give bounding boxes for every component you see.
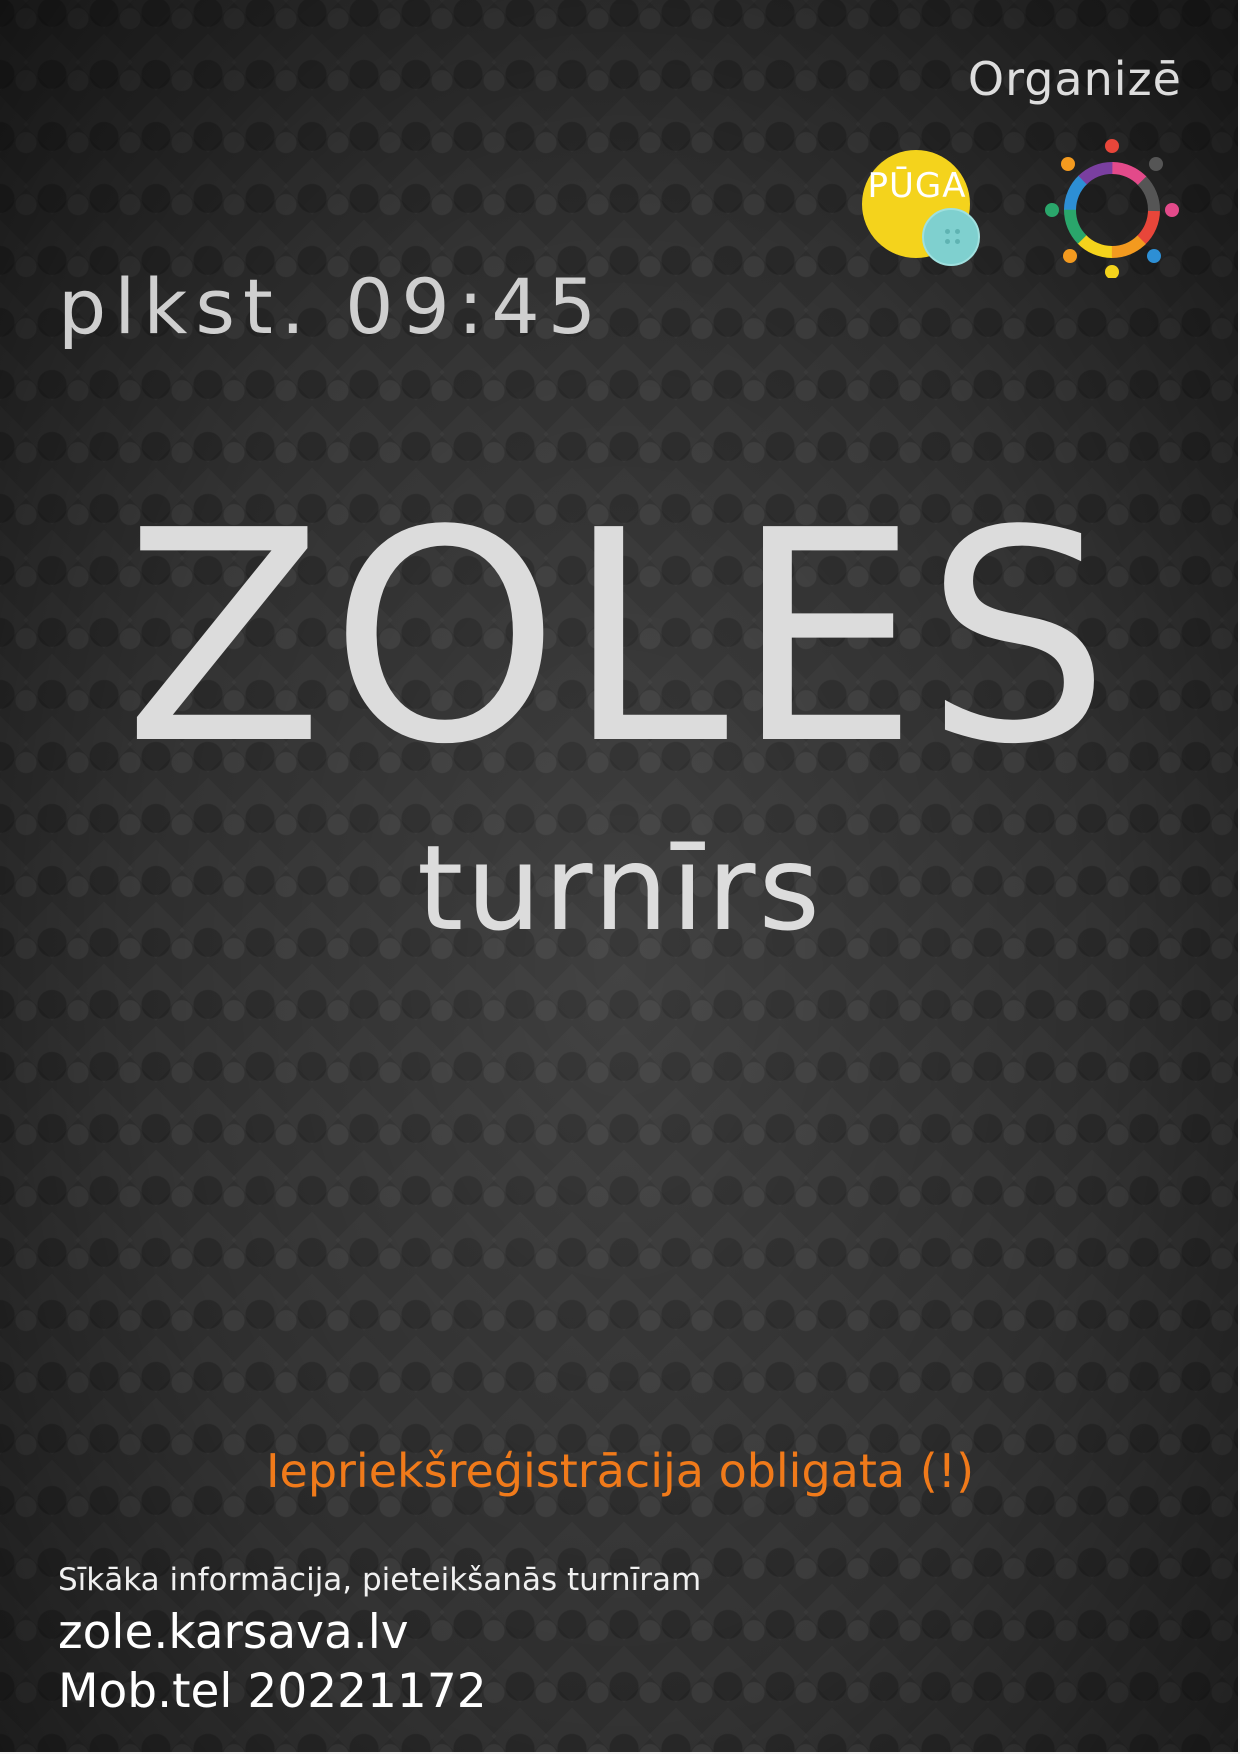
event-subtitle: turnīrs [416,819,824,957]
website-link[interactable]: zole.karsava.lv [58,1605,409,1660]
puga-logo: PŪGA [862,150,980,266]
button-holes [942,226,964,248]
people-ring-logo-icon [1045,139,1179,278]
registration-notice: Iepriekšreģistrācija obligata (!) [265,1444,975,1498]
poster: Organizē PŪGA plkst. 09:45 ZOLES turnīrs… [0,0,1240,1754]
event-title: ZOLES [123,468,1117,808]
puga-label: PŪGA [867,166,967,206]
event-time: plkst. 09:45 [58,262,605,351]
phone-number: Mob.tel 20221172 [58,1664,487,1719]
organizer-label: Organizē [967,52,1182,106]
info-line: Sīkāka informācija, pieteikšanās turnīra… [58,1562,702,1598]
